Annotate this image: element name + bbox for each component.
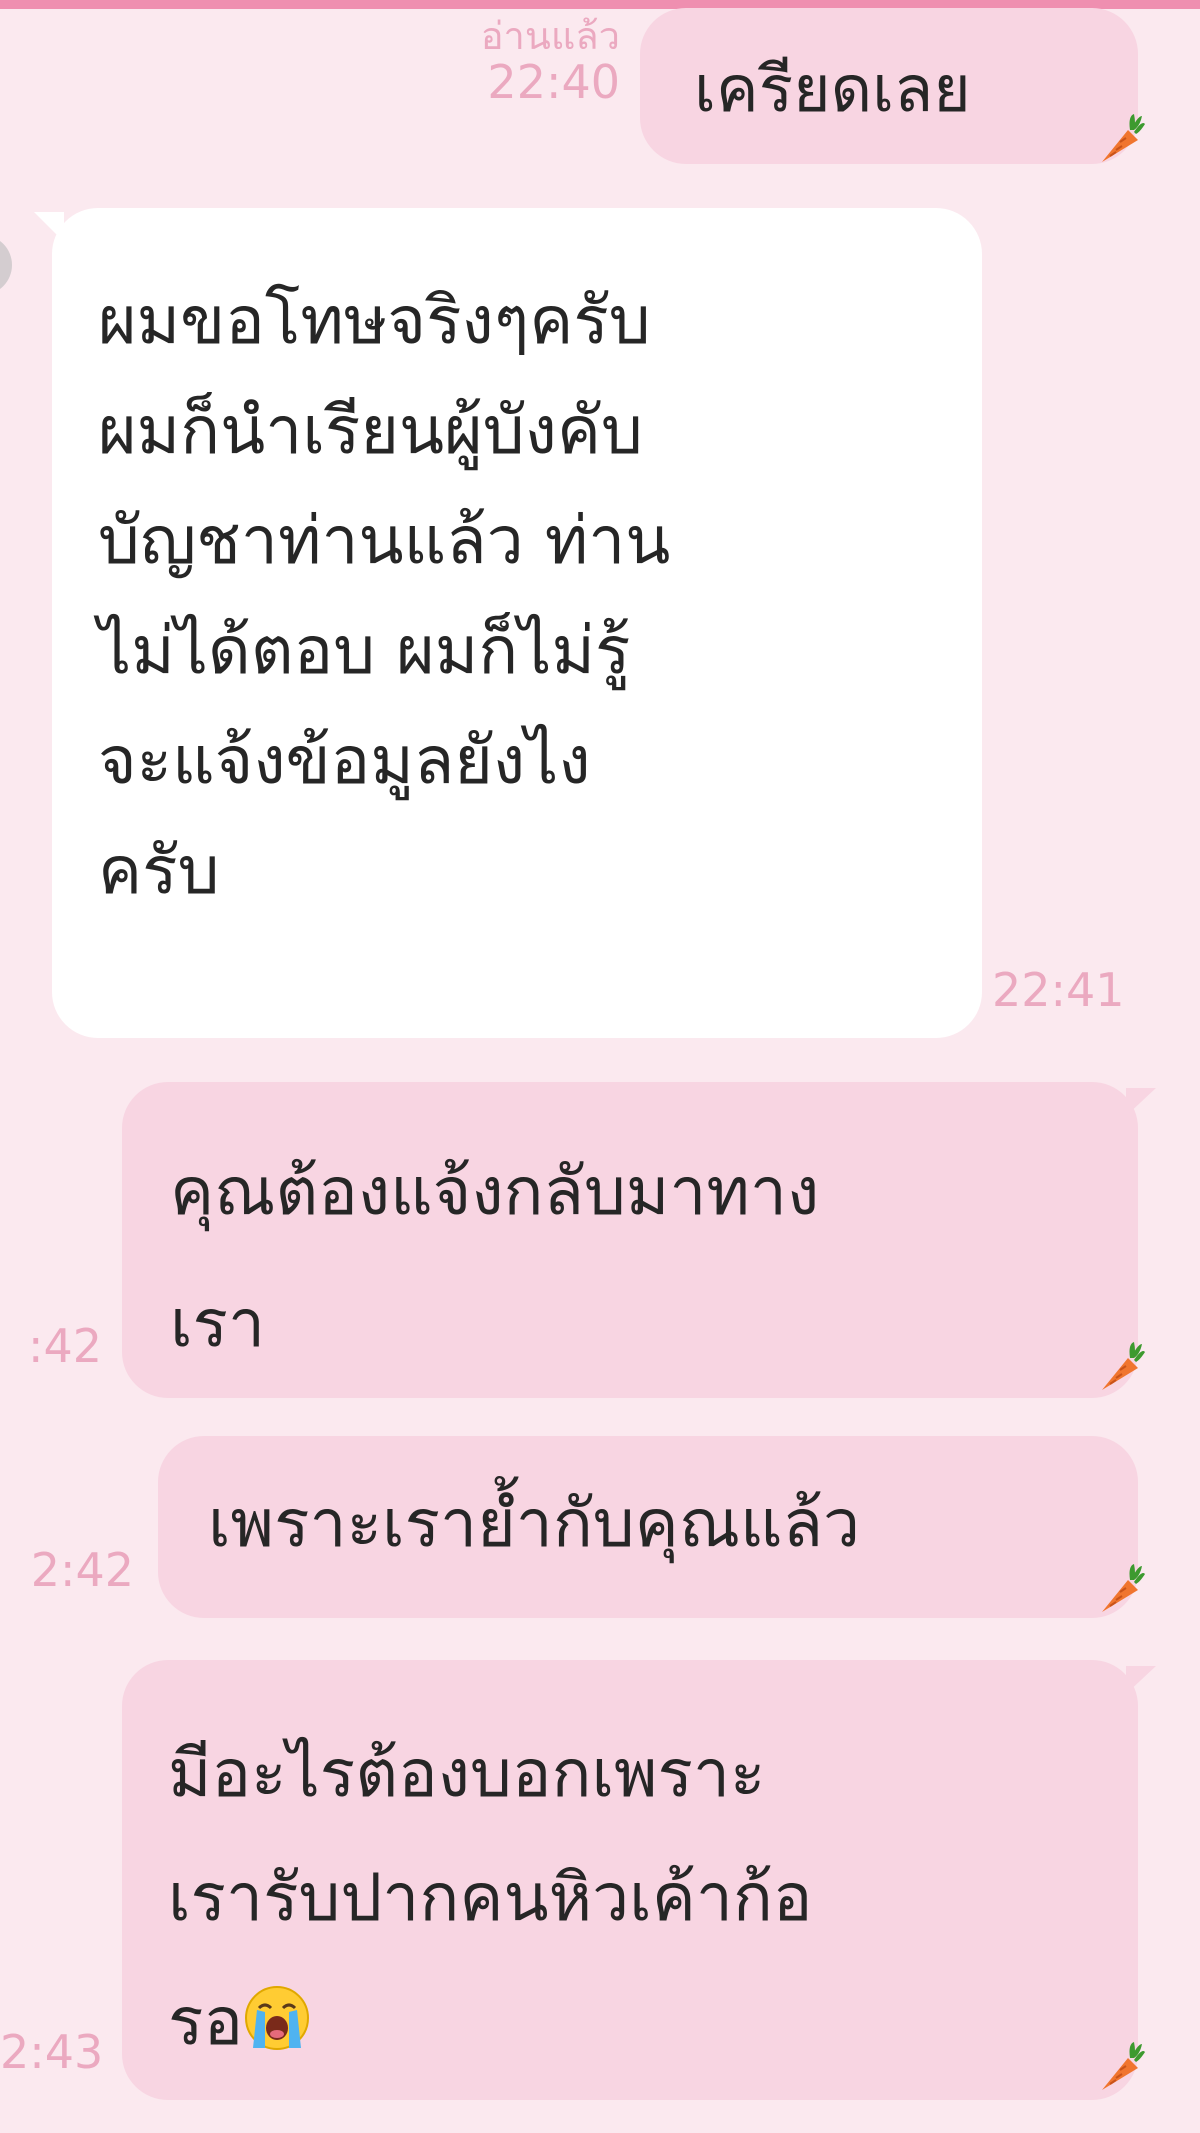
message-time: 2:43: [0, 2025, 104, 2079]
carrot-icon: [1102, 1564, 1145, 1612]
carrot-icon: [1102, 2042, 1145, 2090]
message-meta: อ่านแล้ว 22:40: [400, 16, 620, 108]
outgoing-message-bubble[interactable]: มีอะไรต้องบอกเพราะ เรารับปากคนหิวเค้าก้อ…: [122, 1660, 1138, 2100]
outgoing-message-bubble[interactable]: คุณต้องแจ้งกลับมาทาง เรา: [122, 1082, 1138, 1398]
message-time: 2:42: [30, 1543, 134, 1597]
message-text: เครียดเลย: [694, 53, 971, 127]
message-text: ผมขอโทษจริงๆครับ ผมก็นำเรียนผู้บังคับ บั…: [98, 282, 671, 909]
outgoing-message-bubble[interactable]: เครียดเลย: [640, 8, 1138, 164]
carrot-icon: [1102, 114, 1145, 162]
message-time: 22:41: [992, 963, 1125, 1017]
loudly-crying-face-emoji: [245, 1986, 310, 2050]
message-text: มีอะไรต้องบอกเพราะ เรารับปากคนหิวเค้าก้อ…: [168, 1735, 813, 2060]
outgoing-message-bubble[interactable]: เพราะเราย้ำกับคุณแล้ว: [158, 1436, 1138, 1618]
message-text: เพราะเราย้ำกับคุณแล้ว: [208, 1485, 861, 1562]
carrot-icon: [1102, 1342, 1145, 1390]
incoming-message-bubble[interactable]: ผมขอโทษจริงๆครับ ผมก็นำเรียนผู้บังคับ บั…: [52, 208, 982, 1038]
message-text: คุณต้องแจ้งกลับมาทาง เรา: [170, 1153, 820, 1362]
message-time: 22:40: [487, 55, 620, 109]
message-time: :42: [27, 1319, 102, 1373]
read-receipt: อ่านแล้ว: [480, 14, 620, 58]
bubble-tail: [1126, 1088, 1156, 1116]
sender-avatar[interactable]: [0, 235, 12, 295]
bubble-tail: [1126, 1666, 1156, 1694]
